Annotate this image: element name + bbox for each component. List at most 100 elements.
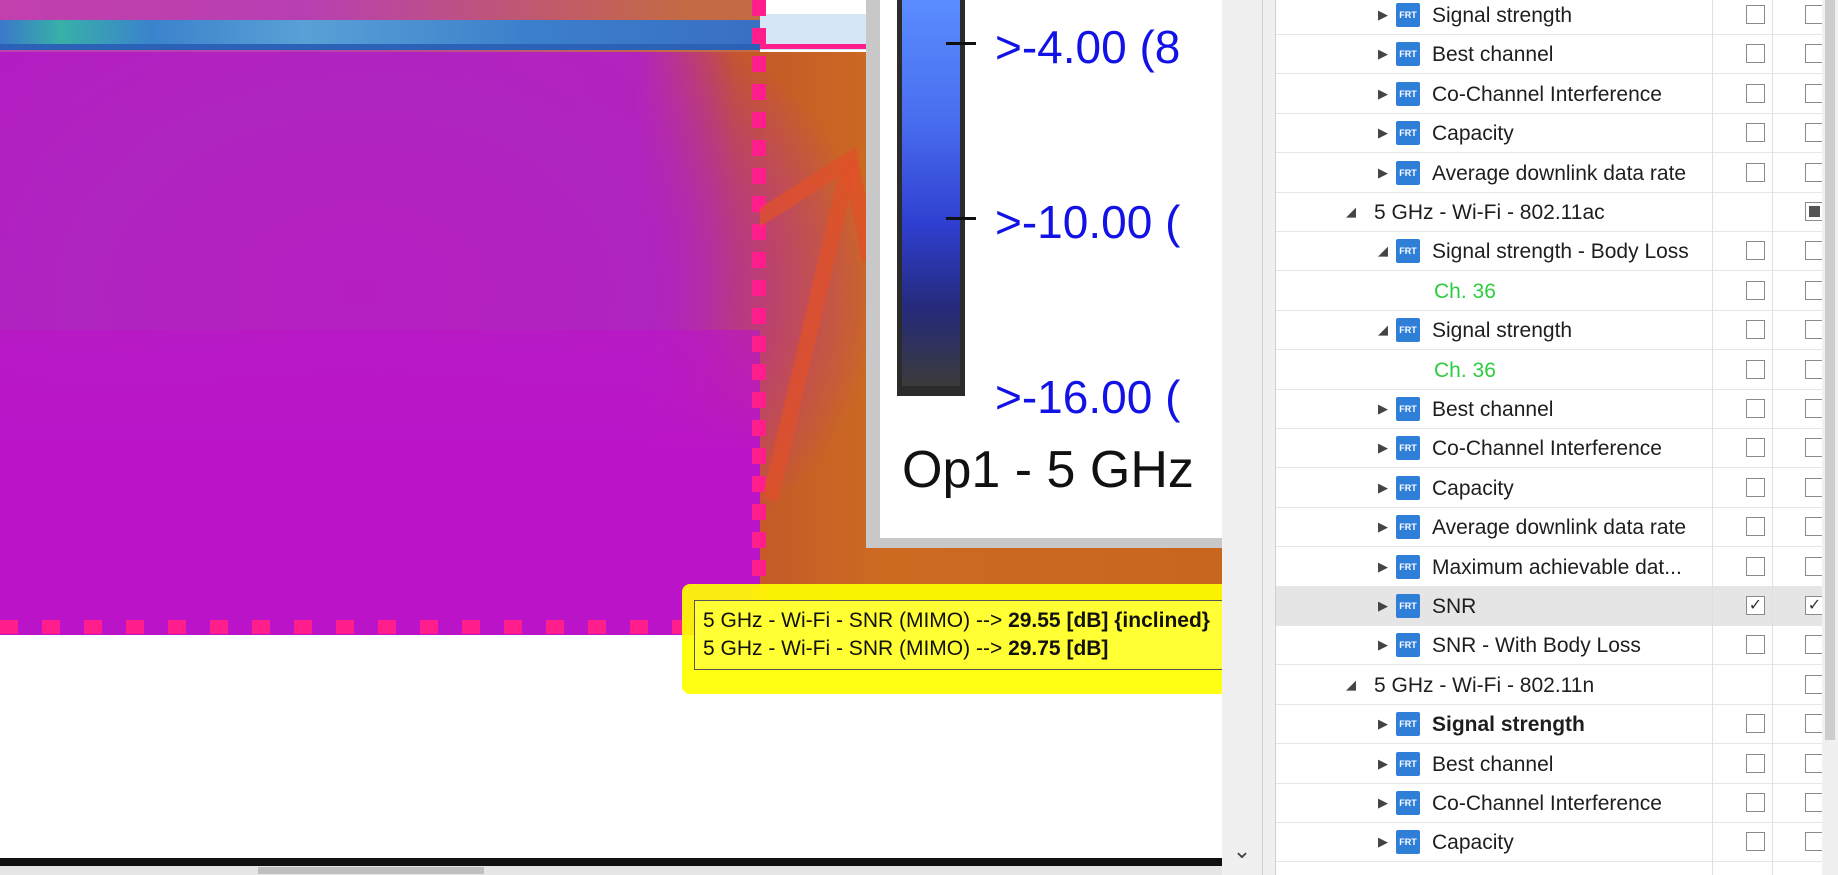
tree-row-label: Ch. 36 (1434, 279, 1496, 303)
visible-checkbox[interactable] (1746, 477, 1765, 497)
tree-layer-row[interactable]: ▶ FRT Best channel (1276, 35, 1838, 75)
snr-tooltip: 5 GHz - Wi-Fi - SNR (MIMO) --> 29.55 [dB… (694, 600, 1222, 670)
frt-layer-icon: FRT (1396, 554, 1420, 579)
expand-arrow-icon[interactable]: ▶ (1378, 86, 1388, 102)
tree-layer-row[interactable]: ▶ FRT Best channel (1276, 745, 1838, 784)
tree-row-label: Best channel (1432, 752, 1554, 776)
expand-arrow-icon[interactable]: ▶ (1378, 401, 1388, 417)
expand-arrow-icon[interactable]: ▶ (1378, 756, 1388, 772)
map-horizontal-scroll-thumb[interactable] (258, 867, 484, 874)
tree-row-label: 5 GHz - Wi-Fi - 802.11ac (1374, 201, 1605, 224)
expand-arrow-icon[interactable]: ▶ (1378, 637, 1388, 653)
tooltip-label: 5 GHz - Wi-Fi - SNR (MIMO) --> (703, 609, 1003, 632)
collapse-arrow-icon[interactable]: ◢ (1346, 677, 1356, 693)
visible-checkbox[interactable] (1746, 280, 1765, 300)
visible-checkbox[interactable] (1746, 359, 1765, 379)
expand-arrow-icon[interactable]: ▶ (1378, 716, 1388, 732)
map-vertical-scrollbar[interactable] (1222, 0, 1262, 875)
tree-layer-row[interactable]: ▶ FRT Average downlink data rate (1276, 154, 1838, 193)
visible-checkbox[interactable] (1746, 793, 1765, 812)
tree-row-label: SNR - With Body Loss (1432, 634, 1641, 658)
tree-group-row[interactable]: ◢ 5 GHz - Wi-Fi - 802.11ac (1276, 193, 1838, 232)
legend-label: >-10.00 ( (995, 196, 1181, 248)
scroll-down-chevron-icon[interactable]: ⌄ (1222, 836, 1262, 866)
visible-checkbox[interactable] (1746, 438, 1765, 458)
tree-row-label: Capacity (1432, 476, 1514, 500)
visible-checkbox[interactable] (1746, 832, 1765, 852)
visible-checkbox[interactable] (1746, 556, 1765, 576)
tree-row-label: Capacity (1432, 831, 1514, 855)
legend-tick (946, 217, 976, 220)
legend-label: >-16.00 ( (995, 371, 1181, 423)
tree-layer-row[interactable]: ▶ FRT SNR - With Body Loss (1276, 626, 1838, 666)
tooltip-label: 5 GHz - Wi-Fi - SNR (MIMO) --> (703, 637, 1003, 660)
visible-checkbox[interactable] (1746, 44, 1765, 64)
visible-checkbox[interactable]: ✓ (1746, 596, 1765, 615)
tree-group-row[interactable]: ◢ 5 GHz - Wi-Fi - 802.11n (1276, 666, 1838, 705)
tree-vertical-scroll-thumb[interactable] (1825, 0, 1835, 740)
expand-arrow-icon[interactable]: ▶ (1378, 125, 1388, 141)
expand-arrow-icon[interactable]: ▶ (1378, 46, 1388, 62)
coverage-map-view[interactable]: >-4.00 (8 >-10.00 ( >-16.00 ( Op1 - 5 GH… (0, 0, 1222, 875)
tree-channel-row[interactable]: Ch. 36 (1276, 351, 1838, 390)
tree-row-label: Capacity (1432, 122, 1514, 146)
visible-checkbox[interactable] (1746, 5, 1765, 24)
tree-row-label: Signal strength - Body Loss (1432, 240, 1689, 264)
collapse-arrow-icon[interactable]: ◢ (1378, 243, 1388, 259)
tree-row-label: Signal strength (1432, 4, 1573, 27)
visible-checkbox[interactable] (1746, 399, 1765, 418)
expand-arrow-icon[interactable]: ▶ (1378, 480, 1388, 496)
collapse-arrow-icon[interactable]: ◢ (1346, 204, 1356, 220)
visible-checkbox[interactable] (1746, 635, 1765, 655)
tree-layer-row[interactable]: ▶ FRT Capacity (1276, 114, 1838, 154)
tree-layer-row[interactable]: ◢ FRT Signal strength - Body Loss (1276, 232, 1838, 272)
tree-layer-row[interactable]: ▶ FRT Average downlink data rate (1276, 508, 1838, 548)
visible-checkbox[interactable] (1746, 320, 1765, 340)
tree-row-label: Co-Channel Interference (1432, 437, 1662, 461)
tree-layer-row[interactable]: ▶ FRT Best channel (1276, 390, 1838, 429)
visible-checkbox[interactable] (1746, 83, 1765, 103)
tree-row-label: Best channel (1432, 398, 1554, 421)
tree-layer-row[interactable]: ◢ FRT Signal strength (1276, 311, 1838, 351)
tree-layer-row[interactable]: ▶ FRT Co-Channel Interference (1276, 784, 1838, 823)
tree-layer-row[interactable]: ▶ FRT Capacity (1276, 823, 1838, 863)
visible-checkbox[interactable] (1746, 714, 1765, 734)
tree-channel-row[interactable]: Ch. 36 (1276, 272, 1838, 311)
frt-layer-icon: FRT (1396, 318, 1420, 343)
expand-arrow-icon[interactable]: ▶ (1378, 598, 1388, 614)
panel-splitter[interactable] (1262, 0, 1276, 875)
frt-layer-icon: FRT (1396, 121, 1420, 146)
expand-arrow-icon[interactable]: ▶ (1378, 795, 1388, 811)
expand-arrow-icon[interactable]: ▶ (1378, 165, 1388, 181)
tree-layer-row[interactable]: ▶ FRT SNR ✓ ✓ (1276, 587, 1838, 626)
expand-arrow-icon[interactable]: ▶ (1378, 559, 1388, 575)
tree-layer-row[interactable]: ▶ FRT Co-Channel Interference (1276, 75, 1838, 114)
tree-layer-row[interactable]: ▶ FRT Signal strength (1276, 0, 1838, 35)
frt-layer-icon: FRT (1396, 830, 1420, 855)
expand-arrow-icon[interactable]: ▶ (1378, 440, 1388, 456)
expand-arrow-icon[interactable]: ▶ (1378, 834, 1388, 850)
frt-layer-icon: FRT (1396, 81, 1420, 106)
layer-tree-panel[interactable]: ▶ FRT Signal strength ▶ FRT Best channel ▶ FRT C… (1276, 0, 1838, 875)
visible-checkbox[interactable] (1746, 241, 1765, 261)
visible-checkbox[interactable] (1746, 123, 1765, 143)
frt-layer-icon: FRT (1396, 594, 1420, 618)
visible-checkbox[interactable] (1746, 162, 1765, 182)
tooltip-value: 29.75 [dB] (1008, 637, 1109, 660)
visible-checkbox[interactable] (1746, 517, 1765, 537)
tree-layer-row[interactable]: ▶ FRT Capacity (1276, 469, 1838, 508)
snr-heatmap-lower-region (0, 330, 760, 635)
tree-layer-row[interactable]: ▶ FRT Co-Channel Interference (1276, 429, 1838, 469)
frt-layer-icon: FRT (1396, 42, 1420, 67)
expand-arrow-icon[interactable]: ▶ (1378, 519, 1388, 535)
tree-layer-row[interactable]: ▶ FRT Maximum achievable dat... (1276, 548, 1838, 587)
legend-tick (946, 42, 976, 45)
expand-arrow-icon[interactable]: ▶ (1378, 7, 1388, 23)
collapse-arrow-icon[interactable]: ◢ (1378, 322, 1388, 338)
frt-layer-icon: FRT (1396, 436, 1420, 461)
tree-row-label: Signal strength (1432, 319, 1573, 343)
tree-row-label: Average downlink data rate (1432, 161, 1687, 185)
visible-checkbox[interactable] (1746, 753, 1765, 773)
map-horizontal-scrollbar[interactable] (0, 866, 1222, 875)
tree-layer-row[interactable]: ▶ FRT Signal strength (1276, 705, 1838, 745)
